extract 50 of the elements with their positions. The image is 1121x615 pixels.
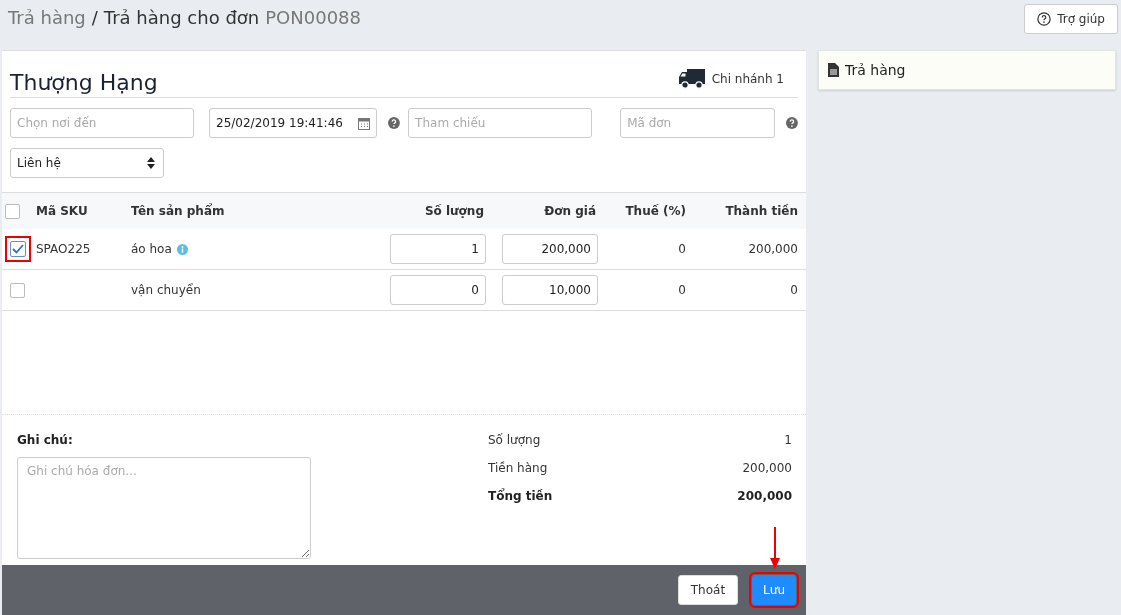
column-header: Thuế (%) [624,204,687,218]
contact-select[interactable]: Liên hệ [10,148,164,178]
total-cell: 0 [790,283,798,297]
quantity-input[interactable]: 1 [390,234,486,264]
tax-cell: 0 [678,283,686,297]
customer-name: Thượng Hạng [10,70,158,95]
summary-label: Tiền hàng [488,461,548,476]
question-circle-icon [1037,12,1052,26]
checkmark-icon [12,244,24,254]
calendar-icon [358,116,371,130]
help-icon[interactable] [388,117,401,129]
row-checkbox[interactable] [5,236,31,262]
summary-label: Tổng tiền [488,489,553,504]
panel-title: Trả hàng [845,62,906,78]
quantity-input[interactable]: 0 [390,275,486,305]
arrow-annotation [770,527,780,569]
price-input[interactable]: 10,000 [502,275,598,305]
footer-button[interactable]: Thoát [677,575,739,605]
sort-caret-icon [147,157,155,169]
notes-field[interactable]: Ghi chú hóa đơn... [17,457,311,559]
total-cell: 200,000 [748,242,798,256]
destination-field[interactable]: Chọn nơi đến [10,108,195,138]
reference-field[interactable]: Tham chiếu [408,108,593,138]
tax-cell: 0 [678,242,686,256]
select-all-checkbox[interactable] [5,203,20,219]
column-header: Tên sản phẩm [130,204,226,218]
breadcrumb-separator: / [91,7,98,28]
column-header: Số lượng [423,204,485,218]
help-icon[interactable] [786,117,798,129]
breadcrumb-link[interactable]: Trả hàng [8,7,86,28]
column-header: Thành tiền [724,204,799,218]
notes-label: Ghi chú: [17,433,74,447]
product-name: vận chuyển [131,283,201,297]
price-input[interactable]: 200,000 [502,234,598,264]
summary-value: 200,000 [737,489,792,504]
order-code-field[interactable]: Mã đơn [620,108,776,138]
summary-value: 1 [784,433,792,448]
summary-value: 200,000 [742,461,792,476]
product-name: áo hoa [131,242,172,256]
page-title: Trả hàng cho đơn [103,7,260,28]
truck-icon [678,69,705,89]
sku-cell: SPAO225 [36,242,91,256]
summary-label: Số lượng [488,433,541,448]
date-field[interactable]: 25/02/2019 19:41:46 [209,108,378,138]
branch-name: Chi nhánh 1 [711,72,784,86]
column-header: Đơn giá [543,204,597,218]
document-icon [828,63,839,77]
order-code: PON00088 [265,7,361,28]
help-button[interactable]: Trợ giúp [1024,4,1118,34]
column-header: Mã SKU [35,204,89,218]
